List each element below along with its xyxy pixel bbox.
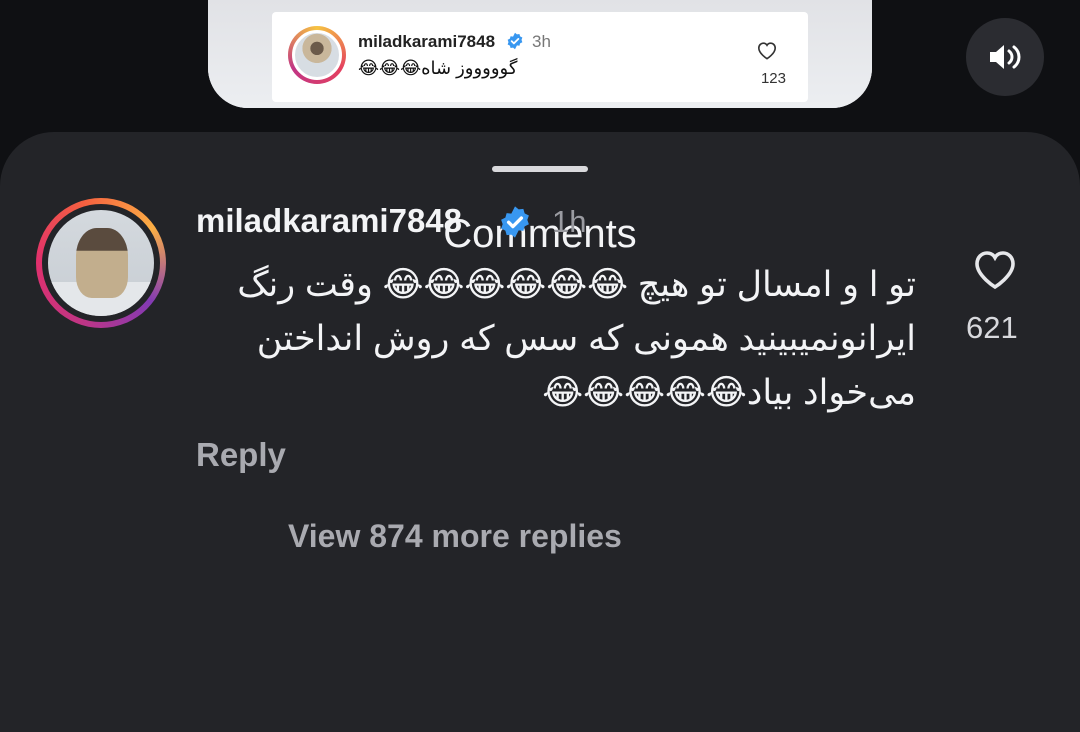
comment-avatar[interactable] (36, 198, 166, 328)
mini-comment-text: گوووووز شاه😂😂😂 (358, 58, 518, 78)
heart-icon[interactable] (971, 246, 1019, 290)
comments-sheet: Comments (0, 132, 1080, 732)
mini-like-count: 123 (760, 70, 786, 87)
like-count: 621 (966, 310, 1018, 345)
comment-username[interactable]: miladkarami7848 (196, 202, 462, 240)
mini-username: miladkarami7848 (358, 32, 496, 51)
mini-comment: miladkarami7848 3h گوووووز شاه😂😂😂 123 (272, 12, 808, 102)
reply-button[interactable]: Reply (196, 436, 286, 474)
video-preview-card[interactable]: miladkarami7848 3h گوووووز شاه😂😂😂 123 (208, 0, 872, 108)
comment-time: 1h (552, 204, 587, 239)
mini-time: 3h (532, 32, 551, 51)
verified-icon (501, 206, 529, 238)
mini-avatar (288, 26, 346, 84)
heart-icon (757, 42, 777, 60)
view-replies-button[interactable]: View 874 more replies (288, 518, 622, 555)
speaker-icon (990, 45, 1021, 69)
verified-icon (507, 32, 523, 50)
volume-button[interactable] (966, 18, 1044, 96)
comment-text: تو ا و امسال تو هیچ 😂😂😂😂😂😂 وقت رنگ ایران… (237, 265, 916, 412)
drag-handle[interactable] (492, 166, 588, 172)
